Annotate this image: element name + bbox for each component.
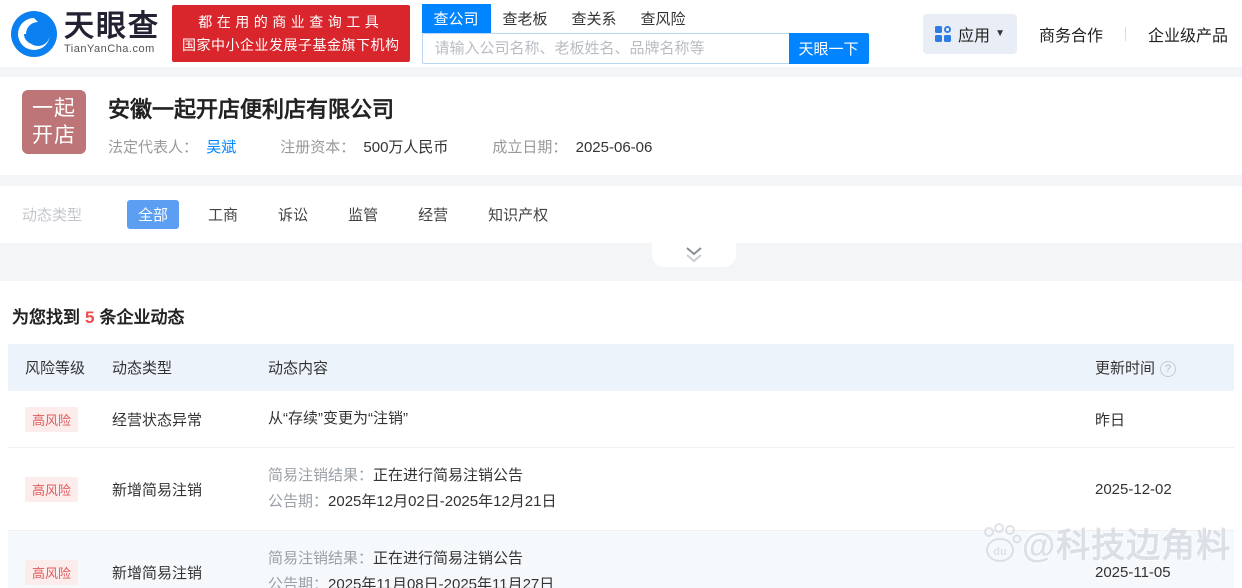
apps-grid-icon [935, 25, 952, 42]
registered-capital-value: 500万人民币 [363, 139, 449, 156]
dynamic-content: 简易注销结果：正在进行简易注销公告 公告期：2025年11月08日-2025年1… [268, 546, 1095, 588]
company-card: 一起 开店 安徽一起开店便利店有限公司 法定代表人： 吴斌 注册资本： 500万… [0, 77, 1242, 175]
update-time-label: 更新时间 [1095, 360, 1156, 377]
update-time: 昨日 [1095, 411, 1126, 429]
result-summary: 为您找到 5 条企业动态 [0, 303, 1242, 328]
risk-badge: 高风险 [25, 476, 79, 502]
legal-representative-field: 法定代表人： 吴斌 [108, 136, 236, 157]
content-value: 正在进行简易注销公告 [373, 467, 524, 484]
tianyancha-eye-icon [11, 10, 57, 57]
summary-count: 5 [85, 308, 95, 327]
nav-enterprise-products[interactable]: 企业级产品 [1148, 22, 1228, 46]
expand-band [0, 243, 1242, 281]
filter-tab-lawsuit[interactable]: 诉讼 [267, 200, 319, 229]
content-value: 正在进行简易注销公告 [373, 550, 524, 567]
table-row[interactable]: 高风险 新增简易注销 简易注销结果：正在进行简易注销公告 公告期：2025年11… [8, 531, 1234, 588]
search-tabs: 查公司 查老板 查关系 查风险 [421, 3, 869, 33]
company-main: 安徽一起开店便利店有限公司 法定代表人： 吴斌 注册资本： 500万人民币 成立… [108, 90, 696, 157]
caret-down-icon: ▼ [995, 28, 1005, 39]
promo-banner: 都在用的商业查询工具 国家中小企业发展子基金旗下机构 [172, 5, 410, 62]
promo-line-1: 都在用的商业查询工具 [198, 14, 384, 30]
search-area: 查公司 查老板 查关系 查风险 天眼一下 [421, 3, 869, 64]
filter-tab-all[interactable]: 全部 [127, 200, 180, 229]
content-value: 2025年12月02日-2025年12月21日 [328, 493, 557, 510]
risk-badge: 高风险 [25, 406, 79, 432]
search-input[interactable] [421, 32, 789, 64]
update-time: 2025-12-02 [1095, 480, 1172, 498]
dynamic-content: 从“存续”变更为“注销” [268, 406, 1095, 432]
filter-tab-business[interactable]: 工商 [197, 200, 249, 229]
content-label: 公告期： [268, 493, 329, 510]
search-button[interactable]: 天眼一下 [788, 32, 869, 64]
top-header: 天眼查 TianYanCha.com 都在用的商业查询工具 国家中小企业发展子基… [0, 0, 1242, 67]
risk-badge: 高风险 [25, 559, 79, 585]
brand-domain: TianYanCha.com [64, 43, 155, 55]
filter-tab-ip[interactable]: 知识产权 [477, 200, 559, 229]
search-box: 天眼一下 [421, 32, 869, 64]
establish-date-field: 成立日期： 2025-06-06 [492, 136, 652, 157]
search-tab-relation[interactable]: 查关系 [560, 4, 629, 33]
content-label: 公告期： [268, 576, 329, 588]
header-nav: 应用 ▼ 商务合作 企业级产品 [923, 13, 1228, 54]
col-dynamic-type: 动态类型 [112, 360, 173, 377]
filter-label: 动态类型 [22, 207, 83, 224]
dynamic-type: 经营状态异常 [112, 411, 203, 429]
col-risk-level: 风险等级 [25, 360, 86, 377]
apps-label: 应用 [958, 27, 991, 45]
registered-capital-label: 注册资本： [280, 139, 356, 156]
company-logo-line-2: 开店 [32, 124, 76, 147]
registered-capital-field: 注册资本： 500万人民币 [280, 136, 448, 157]
nav-business-cooperation[interactable]: 商务合作 [1039, 22, 1103, 46]
content-label: 简易注销结果： [268, 550, 374, 567]
filter-card: 动态类型 全部 工商 诉讼 监管 经营 知识产权 [0, 186, 1242, 243]
double-chevron-down-icon [686, 247, 702, 263]
company-info: 法定代表人： 吴斌 注册资本： 500万人民币 成立日期： 2025-06-06 [108, 136, 696, 157]
filter-tab-supervision[interactable]: 监管 [337, 200, 389, 229]
col-dynamic-content: 动态内容 [268, 360, 329, 377]
establish-date-value: 2025-06-06 [575, 139, 653, 156]
table-header-row: 风险等级 动态类型 动态内容 更新时间? [8, 344, 1234, 391]
summary-suffix: 条企业动态 [99, 308, 185, 327]
dynamic-type: 新增简易注销 [112, 564, 203, 582]
search-tab-company[interactable]: 查公司 [421, 3, 491, 33]
promo-line-2: 国家中小企业发展子基金旗下机构 [182, 37, 400, 53]
logo-text: 天眼查 TianYanCha.com [64, 10, 160, 56]
dynamic-type: 新增简易注销 [112, 481, 203, 499]
filter-tab-operation[interactable]: 经营 [407, 200, 459, 229]
establish-date-label: 成立日期： [492, 139, 568, 156]
search-tab-risk[interactable]: 查风险 [629, 4, 698, 33]
legal-representative-label: 法定代表人： [108, 139, 199, 156]
company-logo: 一起 开店 [22, 90, 86, 154]
table-row[interactable]: 高风险 经营状态异常 从“存续”变更为“注销” 昨日 [8, 391, 1234, 448]
summary-prefix: 为您找到 [12, 308, 80, 327]
results-section: 为您找到 5 条企业动态 风险等级 动态类型 动态内容 更新时间? 高风险 经营状态… [0, 281, 1242, 588]
company-name: 安徽一起开店便利店有限公司 [108, 97, 395, 122]
content-value: 从“存续”变更为“注销” [268, 410, 408, 427]
content-value: 2025年11月08日-2025年11月27日 [328, 576, 555, 588]
page: 天眼查 TianYanCha.com 都在用的商业查询工具 国家中小企业发展子基… [0, 0, 1242, 588]
brand-name: 天眼查 [64, 10, 160, 43]
nav-divider [1124, 26, 1126, 41]
help-icon[interactable]: ? [1160, 361, 1177, 377]
expand-button[interactable] [652, 243, 736, 267]
company-logo-line-1: 一起 [32, 97, 76, 120]
dynamic-content: 简易注销结果：正在进行简易注销公告 公告期：2025年12月02日-2025年1… [268, 463, 1095, 515]
dynamics-table: 风险等级 动态类型 动态内容 更新时间? 高风险 经营状态异常 从“存续”变更为… [8, 344, 1234, 588]
legal-representative-link[interactable]: 吴斌 [206, 139, 236, 156]
search-tab-boss[interactable]: 查老板 [491, 4, 560, 33]
content-label: 简易注销结果： [268, 467, 374, 484]
update-time: 2025-11-05 [1095, 563, 1171, 581]
apps-menu[interactable]: 应用 ▼ [923, 13, 1017, 54]
table-row[interactable]: 高风险 新增简易注销 简易注销结果：正在进行简易注销公告 公告期：2025年12… [8, 448, 1234, 531]
col-update-time: 更新时间? [1095, 357, 1234, 378]
tianyancha-logo[interactable]: 天眼查 TianYanCha.com [10, 10, 160, 58]
